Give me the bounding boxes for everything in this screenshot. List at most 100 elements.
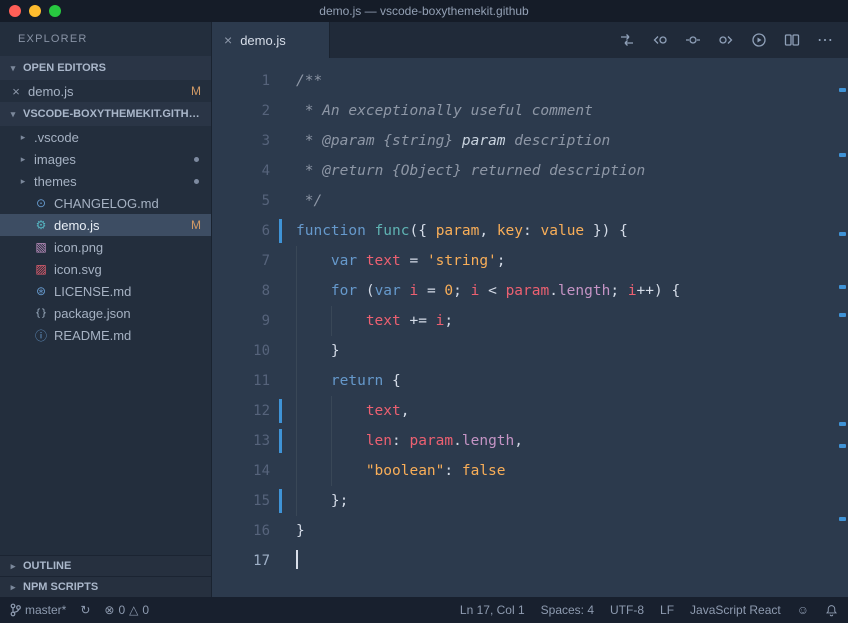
code-editor[interactable]: 1/** 2 * An exceptionally useful comment 3… bbox=[212, 58, 848, 597]
status-bar: master* ↻ ⊗ 0 △ 0 Ln 17, Col 1 Spaces: 4… bbox=[0, 597, 848, 623]
code-token: param bbox=[409, 433, 454, 449]
workspace-header[interactable]: ▾ VSCODE-BOXYTHEMEKIT.GITHUB bbox=[0, 102, 211, 126]
line-number[interactable]: 11 bbox=[212, 366, 270, 396]
code-token: var bbox=[330, 253, 366, 269]
zoom-window-button[interactable] bbox=[49, 5, 61, 17]
file-item[interactable]: ▧ icon.png bbox=[0, 236, 211, 258]
line-number[interactable]: 15 bbox=[212, 486, 270, 516]
overview-ruler[interactable] bbox=[836, 58, 848, 597]
cursor-position-status[interactable]: Ln 17, Col 1 bbox=[460, 603, 525, 617]
code-line[interactable]: 8 for (var i = 0; i < param.length; i++) … bbox=[212, 276, 848, 306]
problems-status[interactable]: ⊗ 0 △ 0 bbox=[104, 603, 149, 617]
line-number[interactable]: 17 bbox=[212, 546, 270, 576]
git-branch-status[interactable]: master* bbox=[10, 603, 66, 617]
more-actions-icon[interactable]: ⋯ bbox=[817, 30, 834, 50]
file-item[interactable]: ⚙ demo.js M bbox=[0, 214, 211, 236]
code-token: false bbox=[461, 463, 506, 479]
code-token: * @return {Object} returned description bbox=[296, 163, 646, 179]
chevron-right-icon: ▸ bbox=[20, 176, 26, 186]
line-number[interactable]: 14 bbox=[212, 456, 270, 486]
previous-change-icon[interactable] bbox=[652, 32, 668, 48]
code-token: 0 bbox=[444, 283, 454, 299]
file-item[interactable]: ⊙ CHANGELOG.md bbox=[0, 192, 211, 214]
close-window-button[interactable] bbox=[9, 5, 21, 17]
line-number[interactable]: 1 bbox=[212, 66, 270, 96]
code-line[interactable]: 17 bbox=[212, 546, 848, 576]
code-line[interactable]: 14 "boolean": false bbox=[212, 456, 848, 486]
encoding-status[interactable]: UTF-8 bbox=[610, 603, 644, 617]
line-number[interactable]: 6 bbox=[212, 216, 270, 246]
minimize-window-button[interactable] bbox=[29, 5, 41, 17]
line-number[interactable]: 3 bbox=[212, 126, 270, 156]
code-line[interactable]: 10} bbox=[212, 336, 848, 366]
outline-section-header[interactable]: ▸ OUTLINE bbox=[0, 555, 211, 576]
code-token: = bbox=[418, 283, 445, 299]
sync-button[interactable]: ↻ bbox=[80, 603, 90, 617]
line-number[interactable]: 8 bbox=[212, 276, 270, 306]
line-number[interactable]: 5 bbox=[212, 186, 270, 216]
code-line[interactable]: 1 /** bbox=[212, 66, 848, 96]
code-token: < bbox=[479, 283, 506, 299]
file-item[interactable]: ▨ icon.svg bbox=[0, 258, 211, 280]
npm-scripts-section-header[interactable]: ▸ NPM SCRIPTS bbox=[0, 576, 211, 597]
code-line[interactable]: 12 text, bbox=[212, 396, 848, 426]
next-change-icon[interactable] bbox=[718, 32, 734, 48]
change-dot-badge bbox=[194, 156, 199, 162]
code-line[interactable]: 11 return { bbox=[212, 366, 848, 396]
icon-spacer bbox=[18, 313, 28, 314]
modified-badge: M bbox=[191, 84, 201, 98]
folder-item[interactable]: ▸ .vscode bbox=[0, 126, 211, 148]
code-lines: 1/** 2 * An exceptionally useful comment 3… bbox=[212, 66, 848, 576]
line-number[interactable]: 7 bbox=[212, 246, 270, 276]
line-number[interactable]: 2 bbox=[212, 96, 270, 126]
code-line[interactable]: 9 text += i; bbox=[212, 306, 848, 336]
close-editor-icon[interactable]: × bbox=[10, 84, 22, 99]
ruler-mark bbox=[839, 313, 846, 317]
code-line[interactable]: 15}; bbox=[212, 486, 848, 516]
line-number[interactable]: 4 bbox=[212, 156, 270, 186]
feedback-smiley-icon[interactable]: ☺ bbox=[797, 603, 809, 617]
folder-item[interactable]: ▸ themes bbox=[0, 170, 211, 192]
sidebar-bottom-sections: ▸ OUTLINE ▸ NPM SCRIPTS bbox=[0, 555, 211, 597]
file-name: LICENSE.md bbox=[54, 283, 132, 299]
gutter-git-slot bbox=[270, 216, 286, 246]
open-changes-icon[interactable] bbox=[619, 32, 635, 48]
line-number[interactable]: 13 bbox=[212, 426, 270, 456]
code-token: , bbox=[400, 403, 410, 419]
code-text: for (var i = 0; i < param.length; i++) { bbox=[286, 276, 680, 306]
line-number[interactable]: 12 bbox=[212, 396, 270, 426]
file-item[interactable]: ⓘ README.md bbox=[0, 324, 211, 346]
line-number[interactable]: 9 bbox=[212, 306, 270, 336]
line-number[interactable]: 16 bbox=[212, 516, 270, 546]
code-text: } bbox=[286, 516, 305, 546]
file-item[interactable]: {} package.json bbox=[0, 302, 211, 324]
code-text bbox=[286, 546, 298, 576]
folder-name: themes bbox=[34, 173, 77, 189]
code-token: text bbox=[365, 253, 401, 269]
open-editors-header[interactable]: ▾ OPEN EDITORS bbox=[0, 56, 211, 80]
window-title: demo.js — vscode-boxythemekit.github bbox=[319, 4, 529, 18]
code-line[interactable]: 2 * An exceptionally useful comment bbox=[212, 96, 848, 126]
code-line[interactable]: 7 var text = 'string'; bbox=[212, 246, 848, 276]
split-editor-icon[interactable] bbox=[784, 32, 800, 48]
file-item[interactable]: ⊛ LICENSE.md bbox=[0, 280, 211, 302]
code-line[interactable]: 3 * @param {string} param description bbox=[212, 126, 848, 156]
code-line[interactable]: 16} bbox=[212, 516, 848, 546]
code-line[interactable]: 6 function func({ param, key: value }) { bbox=[212, 216, 848, 246]
close-tab-icon[interactable]: × bbox=[224, 32, 232, 48]
tab-demo-js[interactable]: × demo.js bbox=[212, 22, 330, 58]
folder-item[interactable]: ▸ images bbox=[0, 148, 211, 170]
indentation-status[interactable]: Spaces: 4 bbox=[541, 603, 594, 617]
code-line[interactable]: 13 len: param.length, bbox=[212, 426, 848, 456]
language-mode-status[interactable]: JavaScript React bbox=[690, 603, 781, 617]
code-line[interactable]: 4 * @return {Object} returned descriptio… bbox=[212, 156, 848, 186]
eol-status[interactable]: LF bbox=[660, 603, 674, 617]
open-preview-icon[interactable] bbox=[751, 32, 767, 48]
annotations-icon[interactable] bbox=[685, 32, 701, 48]
code-line[interactable]: 5 */ bbox=[212, 186, 848, 216]
indent-guide bbox=[331, 396, 366, 426]
open-editor-item[interactable]: × demo.js M bbox=[0, 80, 211, 102]
code-token: ( bbox=[365, 283, 375, 299]
notifications-bell-icon[interactable] bbox=[825, 604, 838, 617]
line-number[interactable]: 10 bbox=[212, 336, 270, 366]
